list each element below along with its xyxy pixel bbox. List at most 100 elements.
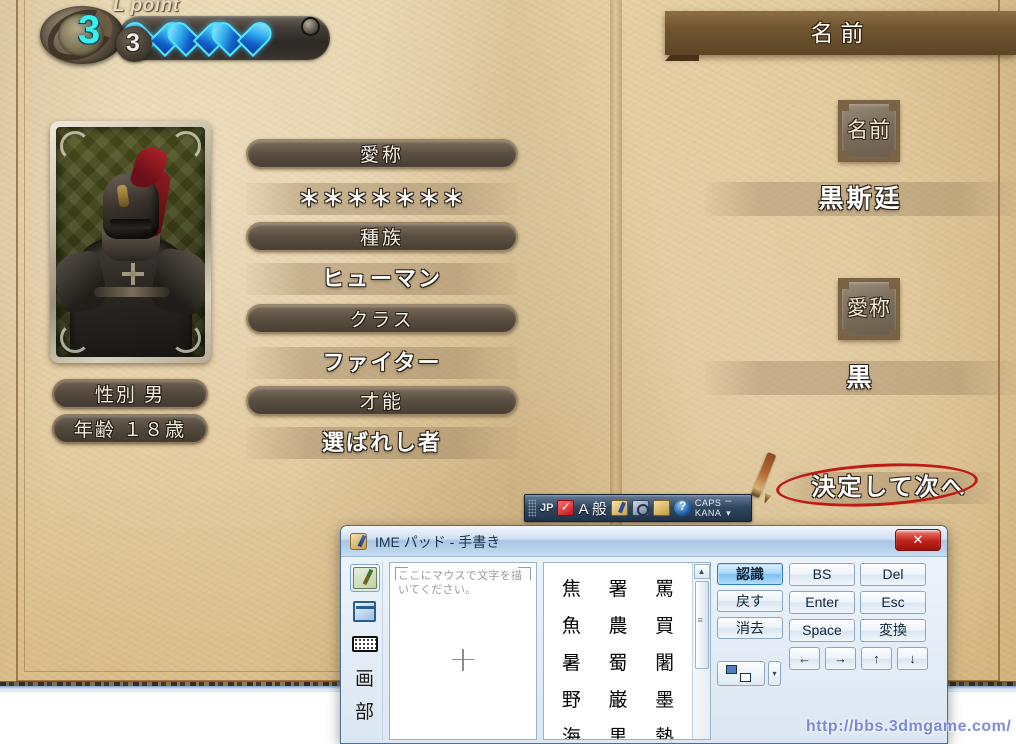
input-mode-indicator[interactable]: A 般 <box>578 498 606 519</box>
hud-knob-icon <box>303 19 318 34</box>
age-plaque: 年齢 １８歳 <box>52 414 208 444</box>
right-value-nickname[interactable]: 黒 <box>705 361 1016 395</box>
ime-language-bar[interactable]: JP A 般 CAPS KANA – ▾ <box>524 494 752 522</box>
sidebar-item-radical[interactable]: 部 <box>350 696 380 724</box>
recognize-button[interactable]: 認識 <box>717 563 783 585</box>
lpoint-secondary-value: 3 <box>126 29 140 57</box>
right-label-name: 名前 <box>838 100 900 162</box>
right-label-nickname: 愛称 <box>838 278 900 340</box>
confirm-next-button[interactable]: 決定して次へ <box>784 472 994 504</box>
key-enter[interactable]: Enter <box>789 591 855 614</box>
field-label-talent: 才能 <box>246 386 518 416</box>
portrait-image <box>56 127 205 357</box>
key-arrow-down[interactable]: ↓ <box>897 647 928 670</box>
sidebar-item-handwriting[interactable] <box>349 564 380 592</box>
candidate-char[interactable]: 焦 <box>562 574 581 601</box>
right-value-name[interactable]: 黒斯廷 <box>705 182 1016 216</box>
undo-button[interactable]: 戻す <box>717 590 783 612</box>
chevron-down-icon[interactable]: ▾ <box>726 508 731 519</box>
key-arrow-right[interactable]: → <box>825 647 856 670</box>
candidate-char[interactable]: 野 <box>562 685 581 712</box>
chevron-down-icon[interactable]: ▾ <box>768 661 781 686</box>
ime-switch-glyph <box>740 673 751 682</box>
ime-action-buttons: 認識 戻す 消去 ▾ <box>717 562 783 740</box>
ime-mode-toggle-icon[interactable] <box>557 499 575 516</box>
lpoint-value: 3 <box>78 8 101 52</box>
tool-menu-icon[interactable] <box>652 500 670 516</box>
ime-pad-title: IME パッド - 手書き <box>375 534 501 550</box>
sidebar-item-stroke-count[interactable]: 画 <box>350 663 380 691</box>
lpoint-label: L point <box>113 0 180 16</box>
key-esc[interactable]: Esc <box>860 591 926 614</box>
radical-icon: 部 <box>354 701 374 723</box>
candidate-char[interactable]: 署 <box>608 574 627 601</box>
language-indicator[interactable]: JP <box>540 502 553 514</box>
ime-pad-titlebar[interactable]: IME パッド - 手書き ✕ <box>341 526 947 557</box>
scroll-up-icon[interactable]: ▲ <box>693 564 710 579</box>
candidate-char[interactable]: 黒 <box>608 722 627 739</box>
caps-kana-indicator: CAPS KANA <box>695 498 722 518</box>
minimize-icon[interactable]: – <box>725 496 731 507</box>
ime-switch-glyph <box>726 665 737 674</box>
dictionary-search-icon[interactable] <box>631 500 649 516</box>
portrait-corner-ornament <box>171 323 201 353</box>
key-del[interactable]: Del <box>860 563 926 586</box>
ime-pad-icon[interactable] <box>610 500 628 516</box>
key-arrow-up[interactable]: ↑ <box>861 647 892 670</box>
candidate-char[interactable]: 蜀 <box>608 648 627 675</box>
handwriting-canvas[interactable]: ここにマウスで文字を描いてください。 <box>389 562 537 740</box>
candidate-scrollbar[interactable]: ▲ <box>692 563 710 739</box>
cursor-crosshair-icon <box>452 648 474 671</box>
candidate-char[interactable]: 巌 <box>608 685 627 712</box>
candidate-char[interactable]: 闍 <box>655 648 674 675</box>
canvas-placeholder-text: ここにマウスで文字を描いてください。 <box>398 570 523 596</box>
field-value-talent[interactable]: 選ばれし者 <box>246 427 518 459</box>
site-watermark: http://bbs.3dmgame.com/ <box>806 718 1012 735</box>
erase-button[interactable]: 消去 <box>717 617 783 639</box>
help-icon[interactable] <box>673 499 691 516</box>
keyboard-icon <box>351 636 378 652</box>
label-notch <box>838 100 849 111</box>
ime-switch-button[interactable] <box>717 661 765 686</box>
candidate-char[interactable]: 熱 <box>655 722 674 739</box>
character-portrait-card[interactable] <box>50 121 211 363</box>
label-notch <box>838 329 849 340</box>
language-bar-grip-handle[interactable] <box>528 499 536 517</box>
kana-label: KANA <box>694 508 722 518</box>
label-notch <box>889 100 900 111</box>
right-label-name-text: 名前 <box>847 119 891 142</box>
candidate-char[interactable]: 罵 <box>655 574 674 601</box>
sidebar-item-keyboard[interactable] <box>350 630 380 658</box>
ime-pad-icon <box>350 533 367 550</box>
key-space[interactable]: Space <box>789 619 855 642</box>
field-value-nickname[interactable]: ＊＊＊＊＊＊＊ <box>246 183 518 215</box>
ime-selector-group: ▾ <box>717 661 783 686</box>
candidate-character-list: 焦 署 罵 魚 農 買 暑 蜀 闍 野 巌 墨 海 黒 熱 ▲ <box>543 562 711 740</box>
ime-pad-body: 画 部 ここにマウスで文字を描いてください。 焦 署 罵 魚 農 買 暑 蜀 闍… <box>341 557 947 743</box>
portrait-corner-ornament <box>60 323 90 353</box>
candidate-char[interactable]: 墨 <box>655 685 674 712</box>
hearts-container <box>142 22 266 54</box>
close-button[interactable]: ✕ <box>895 529 941 551</box>
candidate-char[interactable]: 買 <box>655 611 674 638</box>
gender-plaque: 性別 男 <box>52 379 208 409</box>
portrait-corner-ornament <box>60 131 90 161</box>
candidate-char[interactable]: 農 <box>608 611 627 638</box>
field-value-race[interactable]: ヒューマン <box>246 263 518 295</box>
candidate-char[interactable]: 暑 <box>562 648 581 675</box>
label-notch <box>889 151 900 162</box>
scrollbar-thumb[interactable] <box>694 581 709 669</box>
sidebar-item-softkeyboard[interactable] <box>350 597 380 625</box>
knight-armor-trim <box>93 287 170 297</box>
label-notch <box>838 278 849 289</box>
field-label-nickname: 愛称 <box>246 139 518 169</box>
field-label-race: 種族 <box>246 222 518 252</box>
field-value-class[interactable]: ファイター <box>246 347 518 379</box>
candidate-char[interactable]: 魚 <box>562 611 581 638</box>
key-arrow-left[interactable]: ← <box>789 647 820 670</box>
ime-pad-mode-sidebar: 画 部 <box>347 562 383 740</box>
key-bs[interactable]: BS <box>789 563 855 586</box>
candidate-char[interactable]: 海 <box>562 722 581 739</box>
key-convert[interactable]: 変換 <box>860 619 926 642</box>
ime-pad-window: IME パッド - 手書き ✕ 画 部 ここにマウスで文字を描いてください。 焦… <box>340 525 948 744</box>
